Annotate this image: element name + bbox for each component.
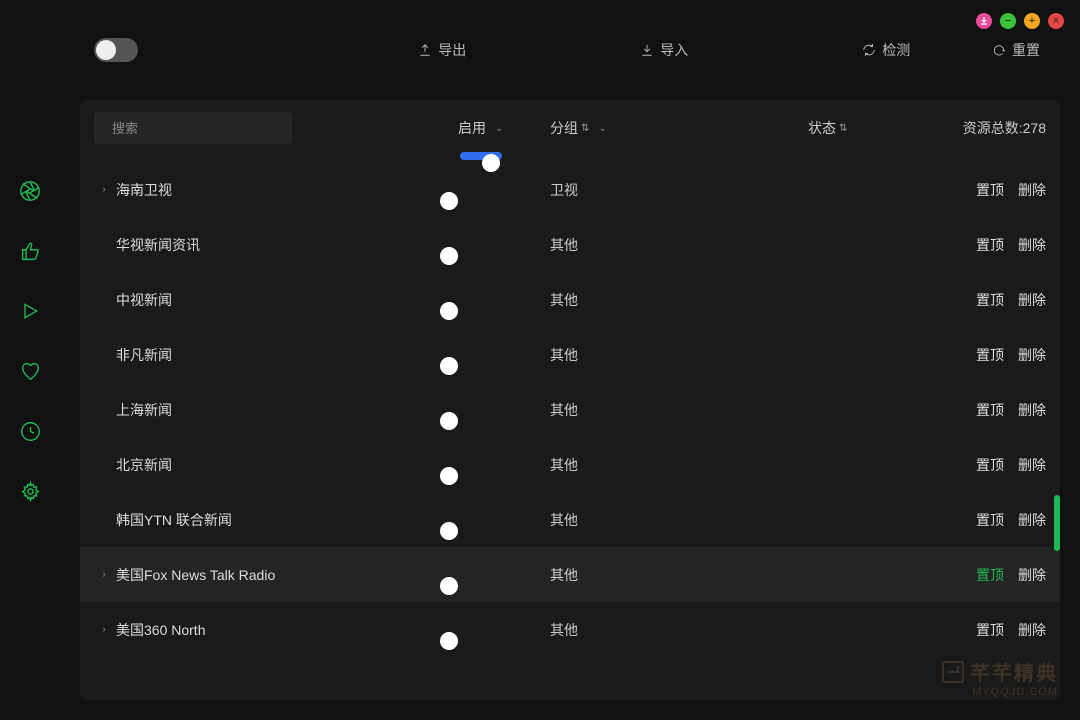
group-label: 其他	[550, 565, 578, 585]
channel-name: 上海新闻	[114, 400, 172, 420]
table-row[interactable]: 非凡新闻 其他 置顶删除	[80, 327, 1060, 382]
expand-chevron-icon[interactable]: ›	[94, 624, 114, 635]
table-row[interactable]: 华视新闻资讯 其他 置顶删除	[80, 217, 1060, 272]
table-row[interactable]: ›美国360 North 其他 置顶删除	[80, 602, 1060, 657]
rows-container: ›海南卫视卫视置顶删除华视新闻资讯其他置顶删除中视新闻其他置顶删除非凡新闻其他置…	[80, 160, 1060, 700]
pin-button[interactable]: 置顶	[976, 345, 1004, 365]
play-icon[interactable]	[19, 300, 41, 322]
reset-icon	[992, 43, 1006, 57]
delete-button[interactable]: 删除	[1018, 565, 1046, 585]
reset-label: 重置	[1012, 40, 1040, 60]
search-box[interactable]	[94, 112, 292, 144]
delete-button[interactable]: 删除	[1018, 290, 1046, 310]
pin-button[interactable]: 置顶	[976, 235, 1004, 255]
download-icon	[640, 43, 654, 57]
clock-icon[interactable]	[19, 420, 41, 442]
search-input[interactable]	[112, 121, 288, 136]
export-button[interactable]: 导出	[406, 40, 478, 60]
group-label: 其他	[550, 400, 578, 420]
col-enable-label[interactable]: 启用	[458, 118, 486, 138]
delete-button[interactable]: 删除	[1018, 400, 1046, 420]
col-status-label[interactable]: 状态	[808, 118, 836, 138]
heart-icon[interactable]	[19, 360, 41, 382]
delete-button[interactable]: 删除	[1018, 235, 1046, 255]
aperture-icon[interactable]	[19, 180, 41, 202]
pin-button[interactable]: 置顶	[976, 290, 1004, 310]
channel-name: 华视新闻资讯	[114, 235, 200, 255]
thumbs-up-icon[interactable]	[19, 240, 41, 262]
table-row[interactable]: 中视新闻 其他 置顶删除	[80, 272, 1060, 327]
table-row[interactable]: ›海南卫视 卫视 置顶删除	[80, 162, 1060, 217]
sidebar	[0, 0, 60, 720]
delete-button[interactable]: 删除	[1018, 455, 1046, 475]
panel: 启用 ⌄ 分组 ⇅ ⌄ 状态 ⇅ 资源总数:278 ›海南卫视卫视置顶删除华视新…	[80, 100, 1060, 700]
delete-button[interactable]: 删除	[1018, 620, 1046, 640]
pin-button[interactable]: 置顶	[976, 510, 1004, 530]
channel-name: 韩国YTN 联合新闻	[114, 510, 232, 530]
channel-name: 非凡新闻	[114, 345, 172, 365]
expand-chevron-icon[interactable]: ›	[94, 569, 114, 580]
pin-button[interactable]: 置顶	[976, 565, 1004, 585]
chevron-down-icon[interactable]: ⌄	[495, 123, 503, 134]
toolbar: 导出 导入 检测 重置	[60, 0, 1080, 100]
watermark: 芊芊精典 MYQQJD.COM	[942, 657, 1058, 698]
gear-icon[interactable]	[19, 480, 41, 502]
group-label: 其他	[550, 290, 578, 310]
export-label: 导出	[438, 40, 466, 60]
channel-name: 中视新闻	[114, 290, 172, 310]
detect-label: 检测	[882, 40, 910, 60]
delete-button[interactable]: 删除	[1018, 180, 1046, 200]
pin-button[interactable]: 置顶	[976, 180, 1004, 200]
enable-toggle[interactable]	[460, 152, 502, 160]
upload-icon	[418, 43, 432, 57]
group-label: 其他	[550, 345, 578, 365]
group-label: 其他	[550, 455, 578, 475]
detect-button[interactable]: 检测	[850, 40, 922, 60]
expand-chevron-icon[interactable]: ›	[94, 184, 114, 195]
watermark-icon	[942, 661, 964, 683]
channel-name: 美国360 North	[114, 620, 205, 640]
channel-name: 海南卫视	[114, 180, 172, 200]
pin-button[interactable]: 置顶	[976, 400, 1004, 420]
pin-button[interactable]: 置顶	[976, 455, 1004, 475]
table-row[interactable]: 北京新闻 其他 置顶删除	[80, 437, 1060, 492]
master-toggle[interactable]	[94, 38, 138, 62]
total-count: 资源总数:278	[963, 118, 1046, 138]
delete-button[interactable]: 删除	[1018, 345, 1046, 365]
header-row: 启用 ⌄ 分组 ⇅ ⌄ 状态 ⇅ 资源总数:278	[80, 100, 1060, 154]
group-label: 其他	[550, 620, 578, 640]
channel-name: 美国Fox News Talk Radio	[114, 565, 275, 585]
channel-name: 北京新闻	[114, 455, 172, 475]
refresh-icon	[862, 43, 876, 57]
scrollbar-thumb[interactable]	[1054, 495, 1060, 551]
sort-icon[interactable]: ⇅	[839, 123, 847, 134]
delete-button[interactable]: 删除	[1018, 510, 1046, 530]
col-group-label[interactable]: 分组	[550, 118, 578, 138]
import-button[interactable]: 导入	[628, 40, 700, 60]
reset-button[interactable]: 重置	[980, 40, 1052, 60]
group-label: 其他	[550, 235, 578, 255]
table-row[interactable]: 韩国YTN 联合新闻 其他 置顶删除	[80, 492, 1060, 547]
chevron-down-icon[interactable]: ⌄	[598, 123, 606, 134]
import-label: 导入	[660, 40, 688, 60]
pin-button[interactable]: 置顶	[976, 620, 1004, 640]
group-label: 卫视	[550, 180, 578, 200]
sort-icon[interactable]: ⇅	[581, 123, 589, 134]
group-label: 其他	[550, 510, 578, 530]
table-row[interactable]: ›美国Fox News Talk Radio 其他 置顶删除	[80, 547, 1060, 602]
table-row[interactable]: 上海新闻 其他 置顶删除	[80, 382, 1060, 437]
